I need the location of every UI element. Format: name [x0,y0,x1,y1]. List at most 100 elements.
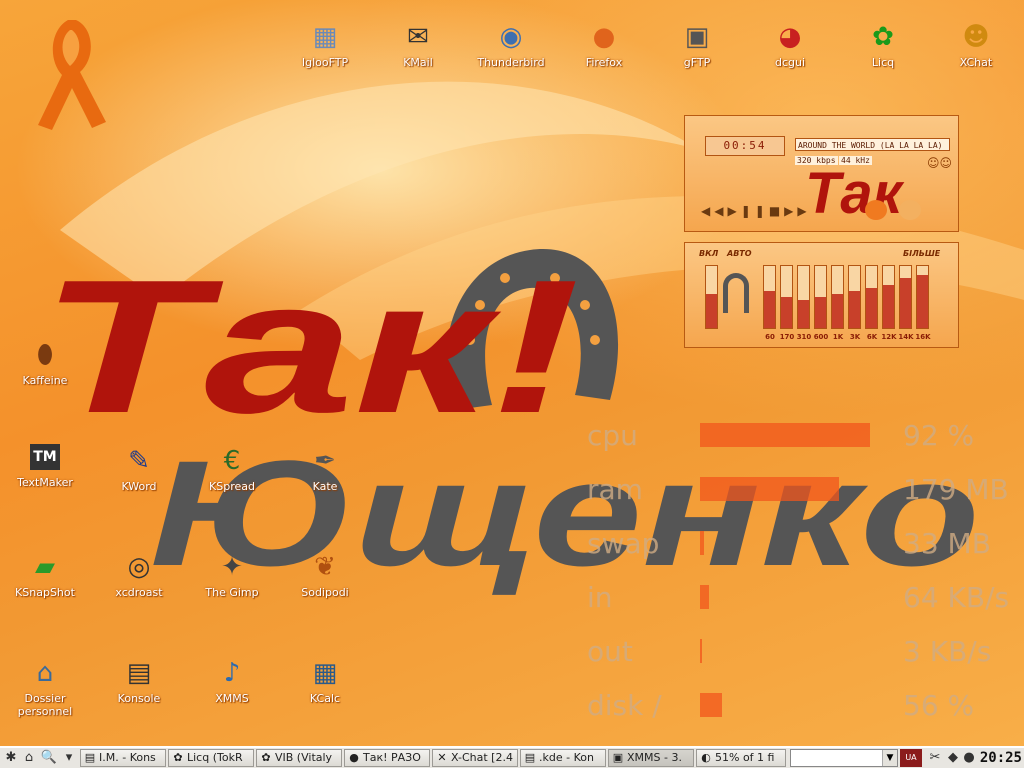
desktop-icon-label: dcgui [774,56,806,69]
desktop-icon-gftp[interactable]: ▣ gFTP [649,20,745,69]
desktop[interactable]: Так! Ющенко ▦ IglooFTP ✉ KMail ◉ Thunderbird ●… [0,0,1024,746]
monitor-bar [700,639,702,663]
eq-band-level [815,297,826,328]
eq-band-slider[interactable] [916,265,929,329]
taskbar-task-label: 51% of 1 fi [715,751,775,764]
desktop-icon-xchat[interactable]: ☻ XChat [928,20,1024,69]
xmms-player[interactable]: 00:54 AROUND THE WORLD (LA LA LA LA) 320… [684,115,959,348]
monitor-label: in [587,581,613,614]
eq-more-button[interactable]: БІЛЬШЕ [903,249,940,258]
window-list-icon[interactable]: ▾ [60,749,78,767]
xchat-icon: ✕ [437,751,447,764]
xmms-shuffle-icon[interactable]: ☺☺ [927,156,952,170]
eq-band-slider[interactable] [831,265,844,329]
eq-band-slider[interactable] [865,265,878,329]
eq-auto-button[interactable]: АВТО [727,249,752,258]
eq-on-button[interactable]: ВКЛ [699,249,718,258]
desktop-icon-dcgui[interactable]: ◕ dcgui [742,20,838,69]
desktop-switch-icon[interactable]: ⌂ [20,749,38,767]
xmms-icon: ▣ [612,751,624,764]
desktop-icon-thunderbird[interactable]: ◉ Thunderbird [463,20,559,69]
desktop-icon-firefox[interactable]: ● Firefox [556,20,652,69]
thunderbird-icon: ◉ [499,22,523,52]
desktop-icon-home[interactable]: ⌂ Dossier personnel [0,656,93,718]
next-button[interactable]: ▶▶ [784,204,810,218]
run-command-input[interactable]: ▼ [790,749,898,767]
eq-band-level [781,297,792,328]
taskbar-task[interactable]: ▣ XMMS - 3. [608,749,694,767]
eq-band-slider[interactable] [763,265,776,329]
desktop-icon-kmail[interactable]: ✉ KMail [370,20,466,69]
eq-band-slider[interactable] [899,265,912,329]
xmms-controls: ◀◀▶❚❚■▶▶ [701,204,811,218]
xmms-eject-icon[interactable] [865,200,887,220]
desktop-icon-gimp[interactable]: ✦ The Gimp [184,550,280,599]
eq-band-slider[interactable] [797,265,810,329]
textmaker-icon: TM [30,444,60,470]
cd-icon: ◎ [127,552,151,582]
taskbar-task-label: X-Chat [2.4 [451,751,513,764]
taskbar-task[interactable]: ◐ 51% of 1 fi [696,749,786,767]
monitor-ram: ram 179 MB [585,469,1015,519]
play-button[interactable]: ▶ [727,204,740,218]
orange-ribbon-icon [38,20,106,130]
system-monitor: cpu 92 % ram 179 MB swap 33 MB in 64 KB/s out 3 K… [585,415,1015,735]
eq-band-level [832,293,843,328]
pause-button[interactable]: ❚❚ [741,204,769,218]
desktop-icon-xcdroast[interactable]: ◎ xcdroast [91,550,187,599]
xmms-main-window[interactable]: 00:54 AROUND THE WORLD (LA LA LA LA) 320… [684,115,959,232]
desktop-icon-label: XMMS [215,692,249,705]
desktop-icon-label: Sodipodi [301,586,349,599]
desktop-icon-label: XChat [959,56,993,69]
taskbar-task[interactable]: ✕ X-Chat [2.4 [432,749,518,767]
clipboard-icon[interactable]: ✂ [926,749,944,767]
desktop-icon-label: IglooFTP [301,56,349,69]
monitor-bar [700,693,723,717]
clock[interactable]: 20:25 [976,749,1022,767]
taskbar-task[interactable]: ✿ VIB (Vitaly [256,749,342,767]
desktop-icon-kword[interactable]: ✎ KWord [91,444,187,493]
eq-band-level [849,290,860,328]
kde-menu-icon[interactable]: ✱ [2,749,20,767]
desktop-icon-label: KSnapShot [15,586,75,599]
eq-band-slider[interactable] [848,265,861,329]
eq-preamp-slider[interactable] [705,265,718,329]
desktop-icon-label: KSpread [209,480,255,493]
desktop-icon-kate[interactable]: ✒ Kate [277,444,373,493]
taskbar-task-label: Так! РАЗО [363,751,421,764]
xmms-song-title: AROUND THE WORLD (LA LA LA LA) [795,138,950,151]
desktop-icon-label: Kaffeine [22,374,68,387]
desktop-icon-sodipodi[interactable]: ❦ Sodipodi [277,550,373,599]
desktop-icon-xmms[interactable]: ♪ XMMS [184,656,280,705]
xmms-repeat-icon[interactable] [899,200,921,220]
taskbar-task[interactable]: ▤ .kde - Kon [520,749,606,767]
taskbar-task[interactable]: ▤ I.M. - Kons [80,749,166,767]
desktop-icon-kcalc[interactable]: ▦ KCalc [277,656,373,705]
monitor-label: ram [587,473,643,506]
monitor-label: disk / [587,689,662,722]
desktop-icon-licq[interactable]: ✿ Licq [835,20,931,69]
xmms-equalizer[interactable]: ВКЛ АВТО БІЛЬШЕ 60 170 310 600 1K 3K 6K 12K 14K 1… [684,242,959,348]
desktop-icon-ksnapshot[interactable]: ▰ KSnapShot [0,550,93,599]
eq-band-slider[interactable] [882,265,895,329]
gimp-icon: ✦ [221,552,243,582]
eq-band-slider[interactable] [780,265,793,329]
desktop-icon-kspread[interactable]: € KSpread [184,444,280,493]
desktop-icon-igloo[interactable]: ▦ IglooFTP [277,20,373,69]
desktop-icon-label: TextMaker [17,476,73,489]
desktop-icon-kaffeine[interactable]: ⬮ Kaffeine [0,338,93,387]
desktop-icon-textmaker[interactable]: TM TextMaker [0,444,93,489]
desktop-icon-konsole[interactable]: ▤ Konsole [91,656,187,705]
eq-band-slider[interactable] [814,265,827,329]
monitor-value: 3 KB/s [903,635,992,668]
search-icon[interactable]: 🔍 [40,749,58,767]
monitor-label: cpu [587,419,638,452]
chevron-down-icon[interactable]: ▼ [882,750,897,766]
stop-button[interactable]: ■ [769,204,784,218]
prev-button[interactable]: ◀◀ [701,204,727,218]
kcalc-icon: ▦ [312,658,338,688]
taskbar-task[interactable]: ● Так! РАЗО [344,749,430,767]
taskbar-task[interactable]: ✿ Licq (TokR [168,749,254,767]
ksnapshot-icon: ▰ [35,552,55,582]
keyboard-layout-icon[interactable]: UA [900,749,922,767]
